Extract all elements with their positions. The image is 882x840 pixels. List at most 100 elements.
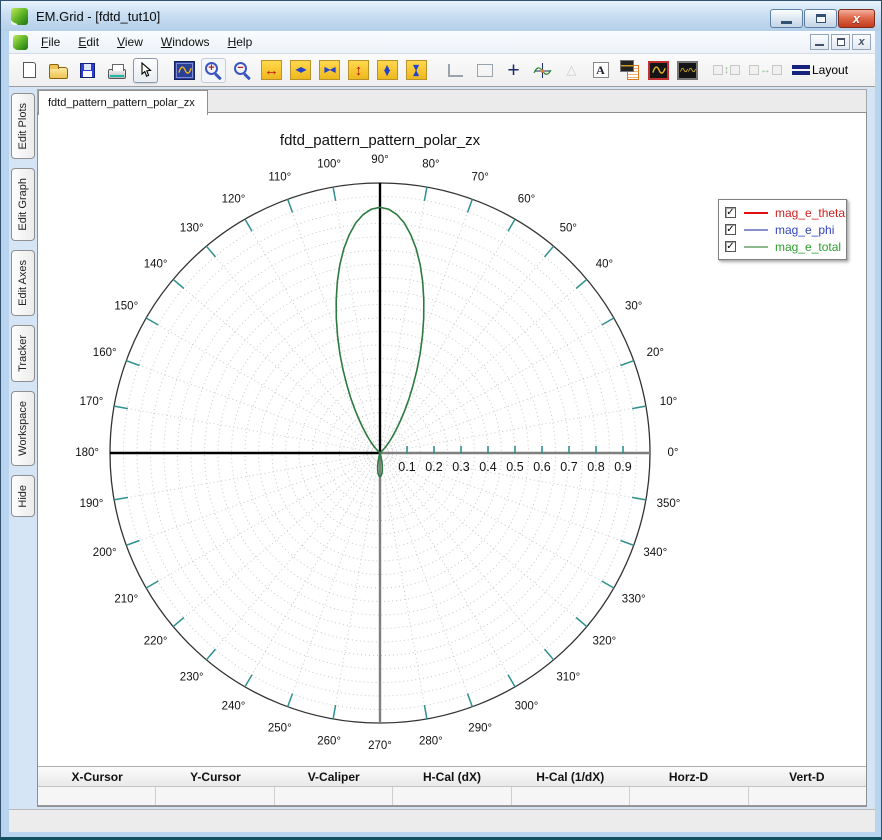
open-file-icon[interactable] [46,58,71,83]
menu-item-edit[interactable]: Edit [69,32,108,52]
svg-text:310°: 310° [556,671,580,683]
title-bar: EM.Grid - [fdtd_tut10] x [1,1,881,31]
pointer-tool-icon[interactable] [133,57,158,83]
h-expand-icon[interactable]: ◀▶ [288,58,313,83]
tracker-icon[interactable] [530,58,555,83]
sidebar-tab-edit-plots[interactable]: Edit Plots [11,93,35,160]
svg-text:0.4: 0.4 [479,460,496,474]
legend-checkbox[interactable]: ✓ [725,224,736,235]
sidebar-tab-edit-graph[interactable]: Edit Graph [11,168,35,242]
multi-plot-icon[interactable] [675,58,700,83]
sidebar-tab-tracker[interactable]: Tracker [11,324,35,382]
zoom-out-icon[interactable]: − [230,58,255,83]
legend: ✓ mag_e_theta ✓ mag_e_phi ✓ mag_e_total [718,199,847,260]
readout-cell [749,787,866,805]
svg-text:0.1: 0.1 [398,460,415,474]
print-icon[interactable] [104,58,129,83]
svg-text:160°: 160° [93,347,117,359]
legend-label: mag_e_theta [775,205,846,220]
v-full-scale-icon[interactable]: ↕ [346,58,371,83]
svg-text:200°: 200° [93,547,117,559]
svg-text:0.9: 0.9 [614,460,631,474]
crosshair-icon[interactable]: + [501,58,526,83]
readout-cell [275,787,394,805]
column-header: H-Cal (1/dX) [536,770,605,784]
sidebar-tab-edit-axes[interactable]: Edit Axes [11,250,35,316]
plot-title: fdtd_pattern_pattern_polar_zx [280,132,481,149]
split-horizontal-icon[interactable]: ↔ [749,58,782,83]
column-header: X-Cursor [71,770,123,784]
plot-panel: 0.1 0.2 0.3 0.4 0.5 0.6 0.7 0.8 0.9 0° 10° 20° 30° 40… [37,112,867,807]
menu-item-help[interactable]: Help [219,32,262,52]
legend-entry-mag_e_phi: ✓ mag_e_phi [725,221,840,238]
rect-zoom-icon[interactable] [472,58,497,83]
svg-text:80°: 80° [422,159,439,171]
new-file-icon[interactable] [17,58,42,83]
legend-label: mag_e_total [775,239,842,254]
minimize-button[interactable] [770,9,803,28]
svg-text:320°: 320° [593,635,617,647]
status-bar [9,809,875,832]
svg-text:110°: 110° [268,172,291,184]
save-icon[interactable] [75,58,100,83]
legend-entry-mag_e_theta: ✓ mag_e_theta [725,204,845,221]
column-header: Horz-D [668,770,709,784]
toolbar-separator [433,58,443,83]
svg-text:0.8: 0.8 [587,460,604,474]
svg-text:0.2: 0.2 [425,460,442,474]
menu-item-view[interactable]: View [108,32,152,52]
v-expand-icon[interactable]: ◀▶ [375,58,400,83]
mdi-close-button[interactable]: x [852,34,871,50]
toolbar-separator [162,58,172,83]
restore-button[interactable] [804,9,837,28]
column-header: Y-Cursor [190,770,241,784]
svg-text:0.3: 0.3 [452,460,469,474]
mdi-restore-button[interactable] [831,34,850,50]
svg-text:30°: 30° [625,301,642,313]
svg-text:10°: 10° [660,396,677,408]
legend-checkbox[interactable]: ✓ [725,207,736,218]
svg-text:70°: 70° [472,172,489,184]
svg-text:40°: 40° [596,259,613,271]
readout-cell [156,787,275,805]
sidebar-tab-workspace[interactable]: Workspace [11,390,35,466]
menu-item-file[interactable]: File [32,32,69,52]
legend-line-sample [744,245,768,248]
tab-fdtd-pattern-polar-zx[interactable]: fdtd_pattern_pattern_polar_zx [38,90,208,115]
h-compress-icon[interactable]: ▶◀ [317,58,342,83]
plot-report-icon[interactable] [617,58,642,83]
slope-tool-icon[interactable]: △ [559,58,584,83]
svg-text:250°: 250° [268,722,292,734]
svg-text:120°: 120° [222,193,246,205]
svg-text:340°: 340° [643,547,667,559]
legend-line-sample [744,228,768,231]
h-full-scale-icon[interactable]: ↔ [259,58,284,83]
mdi-minimize-button[interactable] [810,34,829,50]
axes-frame-icon[interactable] [443,58,468,83]
menu: File Edit View Windows Help [32,32,261,52]
readout-cell [393,787,512,805]
svg-text:300°: 300° [515,701,539,713]
zoom-window-icon[interactable] [172,58,197,83]
readout-cell [630,787,749,805]
legend-checkbox[interactable]: ✓ [725,241,736,252]
workspace-area: Edit Plots Edit Graph Edit Axes Tracker Work… [9,87,875,832]
svg-text:130°: 130° [180,223,204,235]
svg-text:0°: 0° [668,447,679,459]
tab-label: fdtd_pattern_pattern_polar_zx [48,97,195,109]
menu-item-windows[interactable]: Windows [152,32,219,52]
single-plot-icon[interactable] [646,58,671,83]
sidebar-tab-hide[interactable]: Hide [11,474,35,518]
text-tool-icon[interactable]: A [588,58,613,83]
zoom-in-icon[interactable]: + [201,57,226,83]
split-vertical-icon[interactable]: ↕ [712,58,741,83]
close-button[interactable]: x [838,9,875,28]
svg-text:0.7: 0.7 [560,460,577,474]
legend-label: mag_e_phi [775,222,835,237]
column-header: Vert-D [789,770,825,784]
readout-cell [512,787,631,805]
layout-icon[interactable]: Layout [792,58,848,83]
svg-text:0.6: 0.6 [533,460,550,474]
legend-line-sample [744,211,768,214]
v-compress-icon[interactable]: ▶◀ [404,58,429,83]
